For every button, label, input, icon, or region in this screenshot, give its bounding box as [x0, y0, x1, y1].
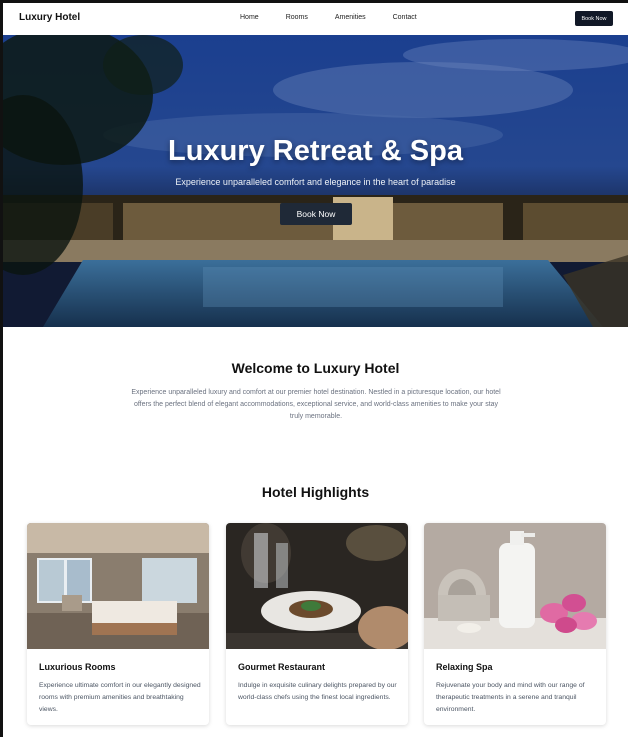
card-text-rooms: Experience ultimate comfort in our elega…	[39, 682, 201, 713]
card-title-spa: Relaxing Spa	[436, 662, 493, 672]
hero-title: Luxury Retreat & Spa	[168, 135, 463, 167]
restaurant-image	[226, 523, 408, 649]
welcome-text: Experience unparalleled luxury and comfo…	[131, 389, 501, 420]
highlight-card-spa[interactable]: Relaxing Spa Rejuvenate your body and mi…	[424, 523, 606, 725]
highlights-title: Hotel Highlights	[261, 484, 370, 500]
window-frame-left	[0, 0, 3, 737]
card-title-rooms: Luxurious Rooms	[39, 662, 116, 672]
brand-logo[interactable]: Luxury Hotel	[19, 12, 80, 23]
window-frame-top	[0, 0, 628, 3]
card-title-restaurant: Gourmet Restaurant	[238, 662, 326, 672]
nav-link-amenities[interactable]: Amenities	[335, 14, 366, 21]
welcome-title: Welcome to Luxury Hotel	[231, 360, 400, 376]
nav-link-home[interactable]: Home	[240, 14, 259, 21]
hero-book-now-button[interactable]: Book Now	[280, 203, 352, 225]
card-text-restaurant: Indulge in exquisite culinary delights p…	[238, 682, 397, 701]
nav-link-rooms[interactable]: Rooms	[286, 14, 308, 21]
highlight-card-rooms[interactable]: Luxurious Rooms Experience ultimate comf…	[27, 523, 209, 725]
highlight-card-restaurant[interactable]: Gourmet Restaurant Indulge in exquisite …	[226, 523, 408, 725]
hero-section: Luxury Retreat & Spa Experience unparall…	[3, 35, 628, 327]
nav-book-now-button[interactable]: Book Now	[575, 11, 613, 26]
rooms-image	[27, 523, 209, 649]
hero-subtitle: Experience unparalleled comfort and eleg…	[175, 177, 456, 187]
nav-link-contact[interactable]: Contact	[393, 14, 417, 21]
nav-links: Home Rooms Amenities Contact	[240, 14, 444, 21]
top-navigation: Luxury Hotel Home Rooms Amenities Contac…	[3, 3, 628, 35]
card-text-spa: Rejuvenate your body and mind with our r…	[436, 682, 585, 713]
spa-image	[424, 523, 606, 649]
